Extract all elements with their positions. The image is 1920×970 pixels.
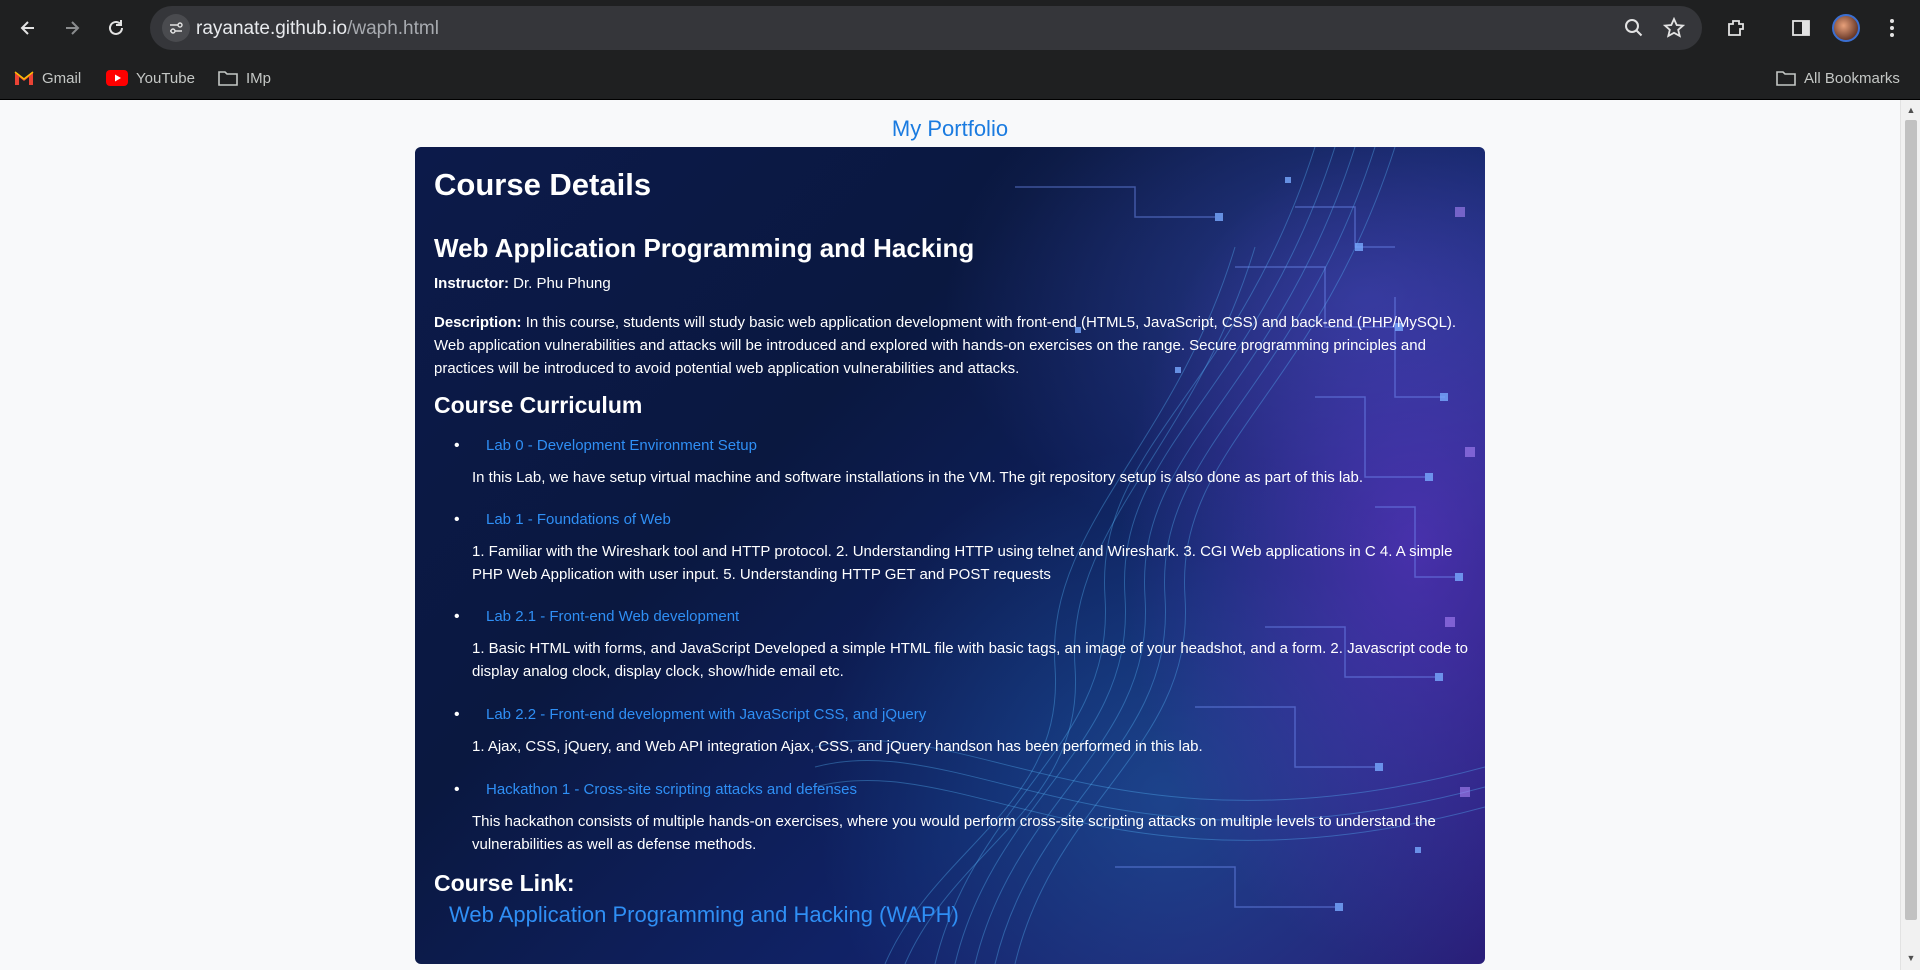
bullet: • — [454, 781, 460, 798]
lab-2-2-description: 1. Ajax, CSS, jQuery, and Web API integr… — [472, 738, 1203, 755]
scrollbar-thumb[interactable] — [1905, 120, 1917, 920]
lab-1-description: 1. Familiar with the Wireshark tool and … — [472, 543, 1453, 583]
bookmarks-bar: Gmail YouTube IMp All Bookmarks — [0, 56, 1920, 100]
lab-0-link[interactable]: Lab 0 - Development Environment Setup — [486, 437, 757, 454]
bullet: • — [454, 608, 460, 625]
arrow-left-icon — [20, 21, 34, 35]
description-label: Description: — [434, 314, 522, 331]
course-details-heading: Course Details — [434, 167, 652, 202]
zoom-icon[interactable] — [1622, 16, 1646, 40]
all-bookmarks-button[interactable]: All Bookmarks — [1776, 66, 1900, 90]
description-text: In this course, students will study basi… — [434, 314, 1457, 377]
gmail-icon — [14, 71, 34, 85]
lab-0-description: In this Lab, we have setup virtual machi… — [472, 469, 1364, 486]
scroll-down-icon[interactable]: ▼ — [1905, 952, 1917, 964]
lab-2-2-link[interactable]: Lab 2.2 - Front-end development with Jav… — [486, 706, 926, 723]
bookmark-folder-imp[interactable]: IMp — [218, 66, 271, 90]
bullet: • — [454, 511, 460, 528]
profile-avatar[interactable] — [1832, 14, 1860, 42]
youtube-icon — [106, 70, 128, 86]
folder-icon — [1776, 71, 1796, 86]
reload-icon — [109, 20, 123, 35]
url-path: /waph.html — [347, 18, 439, 39]
extensions-icon[interactable] — [1722, 14, 1750, 42]
description-paragraph: Description: In this course, students wi… — [434, 311, 1464, 380]
portfolio-title[interactable]: My Portfolio — [0, 116, 1900, 142]
bookmark-label: YouTube — [136, 69, 195, 87]
course-link[interactable]: Web Application Programming and Hacking … — [449, 902, 959, 928]
page-viewport: My Portfolio Course Details Web Applicat… — [0, 100, 1900, 970]
lab-2-1-description: 1. Basic HTML with forms, and JavaScript… — [472, 640, 1469, 680]
menu-kebab-icon[interactable] — [1878, 14, 1906, 42]
site-info-icon[interactable] — [162, 14, 190, 42]
bookmark-youtube[interactable]: YouTube — [106, 66, 195, 90]
scroll-up-icon[interactable]: ▲ — [1905, 104, 1917, 116]
address-bar[interactable]: rayanate.github.io/waph.html — [150, 6, 1702, 50]
bookmark-label: IMp — [246, 69, 272, 87]
course-card: Course Details Web Application Programmi… — [415, 147, 1485, 964]
url-domain: rayanate.github.io — [196, 18, 348, 39]
course-name-heading: Web Application Programming and Hacking — [434, 233, 975, 263]
bullet: • — [454, 437, 460, 454]
folder-icon — [218, 71, 238, 86]
bookmark-label: Gmail — [42, 69, 82, 87]
instructor-line: Instructor: Dr. Phu Phung — [434, 275, 611, 292]
side-panel-icon[interactable] — [1787, 14, 1815, 42]
bookmark-star-icon[interactable] — [1662, 16, 1686, 40]
bullet: • — [454, 706, 460, 723]
browser-toolbar: rayanate.github.io/waph.html — [0, 0, 1920, 56]
instructor-label: Instructor: — [434, 275, 509, 292]
lab-1-link[interactable]: Lab 1 - Foundations of Web — [486, 511, 671, 528]
vertical-scrollbar[interactable]: ▲ ▼ — [1900, 100, 1920, 970]
reload-button[interactable] — [98, 10, 134, 46]
hackathon-1-link[interactable]: Hackathon 1 - Cross-site scripting attac… — [486, 781, 857, 798]
back-button[interactable] — [10, 10, 46, 46]
forward-button[interactable] — [54, 10, 90, 46]
hackathon-1-description: This hackathon consists of multiple hand… — [472, 813, 1436, 853]
all-bookmarks-label: All Bookmarks — [1804, 69, 1900, 87]
instructor-name: Dr. Phu Phung — [513, 275, 611, 292]
bookmark-gmail[interactable]: Gmail — [14, 66, 81, 90]
lab-2-1-link[interactable]: Lab 2.1 - Front-end Web development — [486, 608, 739, 625]
course-link-heading: Course Link: — [434, 870, 575, 896]
url-text: rayanate.github.io/waph.html — [196, 18, 439, 40]
arrow-right-icon — [66, 21, 80, 35]
curriculum-heading: Course Curriculum — [434, 392, 643, 418]
